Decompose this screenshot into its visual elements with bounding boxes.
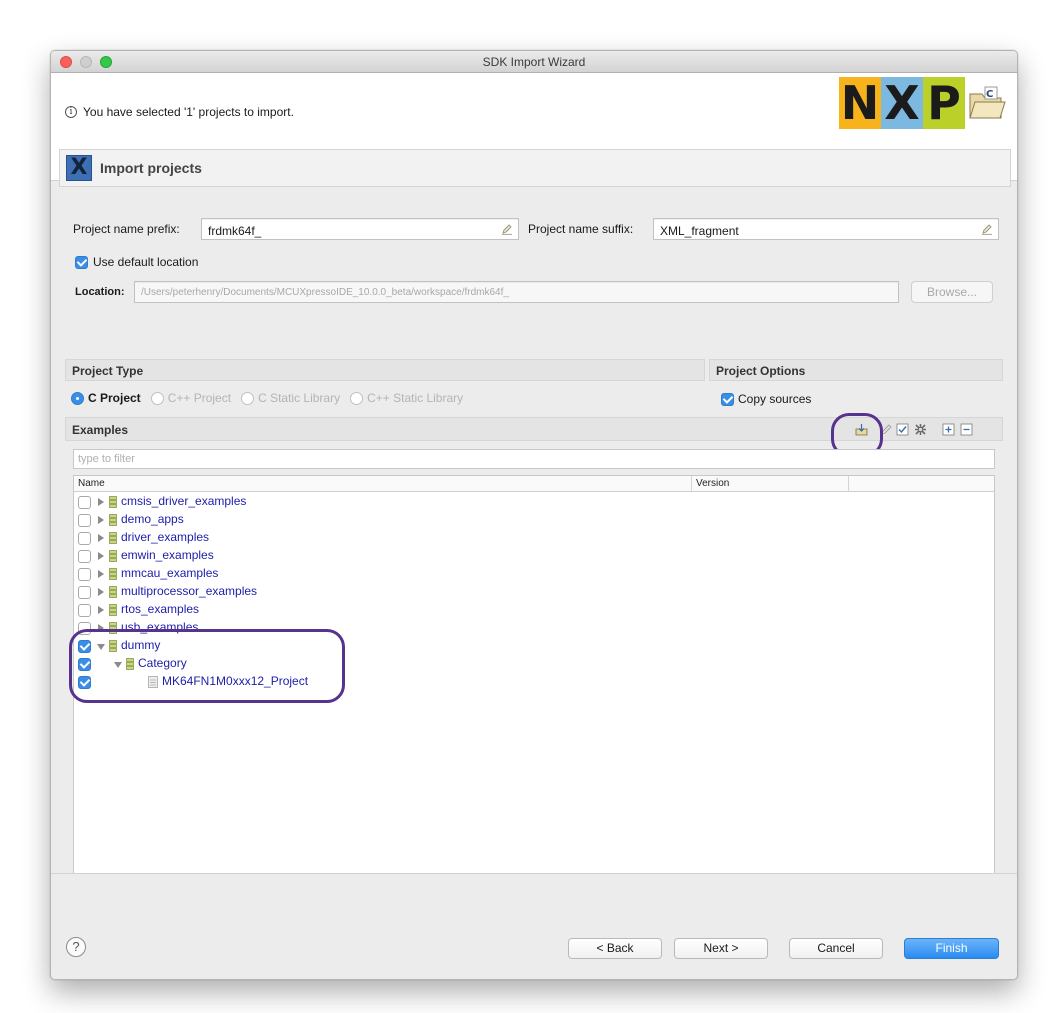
info-icon: i bbox=[65, 106, 77, 118]
row-label: emwin_examples bbox=[121, 548, 214, 562]
nxp-logo: N X P bbox=[839, 77, 965, 129]
title-bar: SDK Import Wizard bbox=[51, 51, 1017, 73]
copy-sources-label: Copy sources bbox=[738, 392, 812, 406]
logo-letter-x: X bbox=[881, 77, 923, 129]
radio-label-cpp-project[interactable]: C++ Project bbox=[168, 391, 231, 405]
library-icon bbox=[109, 586, 117, 598]
row-checkbox[interactable] bbox=[78, 568, 91, 581]
row-checkbox[interactable] bbox=[78, 586, 91, 599]
page-title: Import projects bbox=[100, 160, 202, 176]
library-icon bbox=[109, 532, 117, 544]
prefix-label: Project name prefix: bbox=[73, 222, 180, 236]
row-label: mmcau_examples bbox=[121, 566, 219, 580]
column-divider bbox=[848, 476, 849, 492]
radio-cpp-project[interactable] bbox=[150, 391, 164, 405]
pencil-icon[interactable] bbox=[981, 223, 993, 235]
tree-row[interactable]: demo_apps bbox=[74, 511, 994, 529]
logo-letter-p: P bbox=[923, 77, 965, 129]
row-checkbox[interactable] bbox=[78, 550, 91, 563]
collapse-all-icon[interactable] bbox=[960, 423, 973, 436]
location-label: Location: bbox=[75, 286, 125, 298]
finish-button[interactable]: Finish bbox=[904, 938, 999, 959]
copy-sources-checkbox[interactable] bbox=[721, 392, 734, 406]
folder-import-icon: C bbox=[969, 86, 1006, 119]
tree-row[interactable]: cmsis_driver_examples bbox=[74, 493, 994, 511]
column-version[interactable]: Version bbox=[696, 478, 729, 489]
radio-cpp-static-library[interactable] bbox=[350, 391, 364, 405]
tree-row[interactable]: mmcau_examples bbox=[74, 565, 994, 583]
row-label: driver_examples bbox=[121, 530, 210, 544]
project-type-radio-group: C Project C++ Project C Static Library C… bbox=[71, 391, 469, 405]
browse-button[interactable]: Browse... bbox=[911, 281, 993, 303]
help-button[interactable]: ? bbox=[66, 937, 86, 957]
suffix-value: XML_fragment bbox=[660, 224, 739, 238]
pencil-icon[interactable] bbox=[501, 223, 513, 235]
x-icon: X bbox=[66, 155, 92, 181]
project-type-header: Project Type bbox=[65, 359, 705, 381]
banner-message: i You have selected '1' projects to impo… bbox=[65, 105, 294, 119]
row-label: multiprocessor_examples bbox=[121, 584, 258, 598]
library-icon bbox=[109, 496, 117, 508]
wizard-content: Project name prefix: frdmk64f_ Project n… bbox=[59, 191, 1011, 892]
row-label: cmsis_driver_examples bbox=[121, 494, 247, 508]
use-default-location-label: Use default location bbox=[93, 255, 199, 269]
radio-c-static-library[interactable] bbox=[241, 391, 255, 405]
column-divider bbox=[691, 476, 692, 492]
back-button[interactable]: < Back bbox=[568, 938, 662, 959]
selected-projects-highlight-ring bbox=[69, 629, 345, 703]
radio-c-project[interactable] bbox=[71, 391, 84, 405]
expand-arrow-icon[interactable] bbox=[98, 570, 104, 578]
project-options-header: Project Options bbox=[709, 359, 1003, 381]
import-projects-header: X Import projects bbox=[59, 149, 1011, 187]
expand-arrow-icon[interactable] bbox=[98, 588, 104, 596]
settings-icon[interactable] bbox=[914, 423, 927, 436]
examples-filter-input[interactable]: type to filter bbox=[73, 449, 995, 469]
expand-arrow-icon[interactable] bbox=[98, 534, 104, 542]
tree-row[interactable]: emwin_examples bbox=[74, 547, 994, 565]
library-icon bbox=[109, 568, 117, 580]
radio-label-c-static-library[interactable]: C Static Library bbox=[258, 391, 340, 405]
radio-label-c-project[interactable]: C Project bbox=[88, 391, 141, 405]
expand-arrow-icon[interactable] bbox=[98, 552, 104, 560]
row-checkbox[interactable] bbox=[78, 496, 91, 509]
copy-sources-row[interactable]: Copy sources bbox=[721, 392, 811, 406]
tree-row[interactable]: rtos_examples bbox=[74, 601, 994, 619]
use-default-location-checkbox[interactable] bbox=[75, 255, 88, 269]
svg-text:C: C bbox=[986, 89, 993, 100]
row-label: demo_apps bbox=[121, 512, 184, 526]
window-title: SDK Import Wizard bbox=[482, 55, 586, 69]
project-name-prefix-field[interactable]: frdmk64f_ bbox=[201, 218, 519, 240]
sdk-import-wizard-window: SDK Import Wizard i You have selected '1… bbox=[50, 50, 1018, 980]
library-icon bbox=[109, 550, 117, 562]
expand-arrow-icon[interactable] bbox=[98, 516, 104, 524]
examples-title: Examples bbox=[72, 423, 129, 437]
expand-arrow-icon[interactable] bbox=[98, 606, 104, 614]
location-value: /Users/peterhenry/Documents/MCUXpressoID… bbox=[141, 287, 509, 298]
logo-letter-n: N bbox=[839, 76, 881, 130]
radio-label-cpp-static-library[interactable]: C++ Static Library bbox=[367, 391, 463, 405]
row-checkbox[interactable] bbox=[78, 604, 91, 617]
row-checkbox[interactable] bbox=[78, 514, 91, 527]
row-checkbox[interactable] bbox=[78, 532, 91, 545]
next-button[interactable]: Next > bbox=[674, 938, 768, 959]
suffix-label: Project name suffix: bbox=[528, 222, 634, 236]
project-name-suffix-field[interactable]: XML_fragment bbox=[653, 218, 999, 240]
banner-message-text: You have selected '1' projects to import… bbox=[83, 105, 294, 119]
filter-placeholder: type to filter bbox=[78, 453, 135, 465]
library-icon bbox=[109, 514, 117, 526]
cancel-button[interactable]: Cancel bbox=[789, 938, 883, 959]
tree-row[interactable]: driver_examples bbox=[74, 529, 994, 547]
library-icon bbox=[109, 604, 117, 616]
tree-row[interactable]: multiprocessor_examples bbox=[74, 583, 994, 601]
wizard-footer: ? < Back Next > Cancel Finish bbox=[51, 873, 1017, 979]
tree-column-header: Name Version bbox=[74, 476, 994, 492]
row-label: rtos_examples bbox=[121, 602, 200, 616]
prefix-value: frdmk64f_ bbox=[208, 224, 262, 238]
expand-arrow-icon[interactable] bbox=[98, 498, 104, 506]
select-all-icon[interactable] bbox=[896, 423, 909, 436]
column-name[interactable]: Name bbox=[78, 478, 105, 489]
location-field[interactable]: /Users/peterhenry/Documents/MCUXpressoID… bbox=[134, 281, 899, 303]
expand-all-icon[interactable] bbox=[942, 423, 955, 436]
use-default-location-row[interactable]: Use default location bbox=[75, 255, 198, 269]
